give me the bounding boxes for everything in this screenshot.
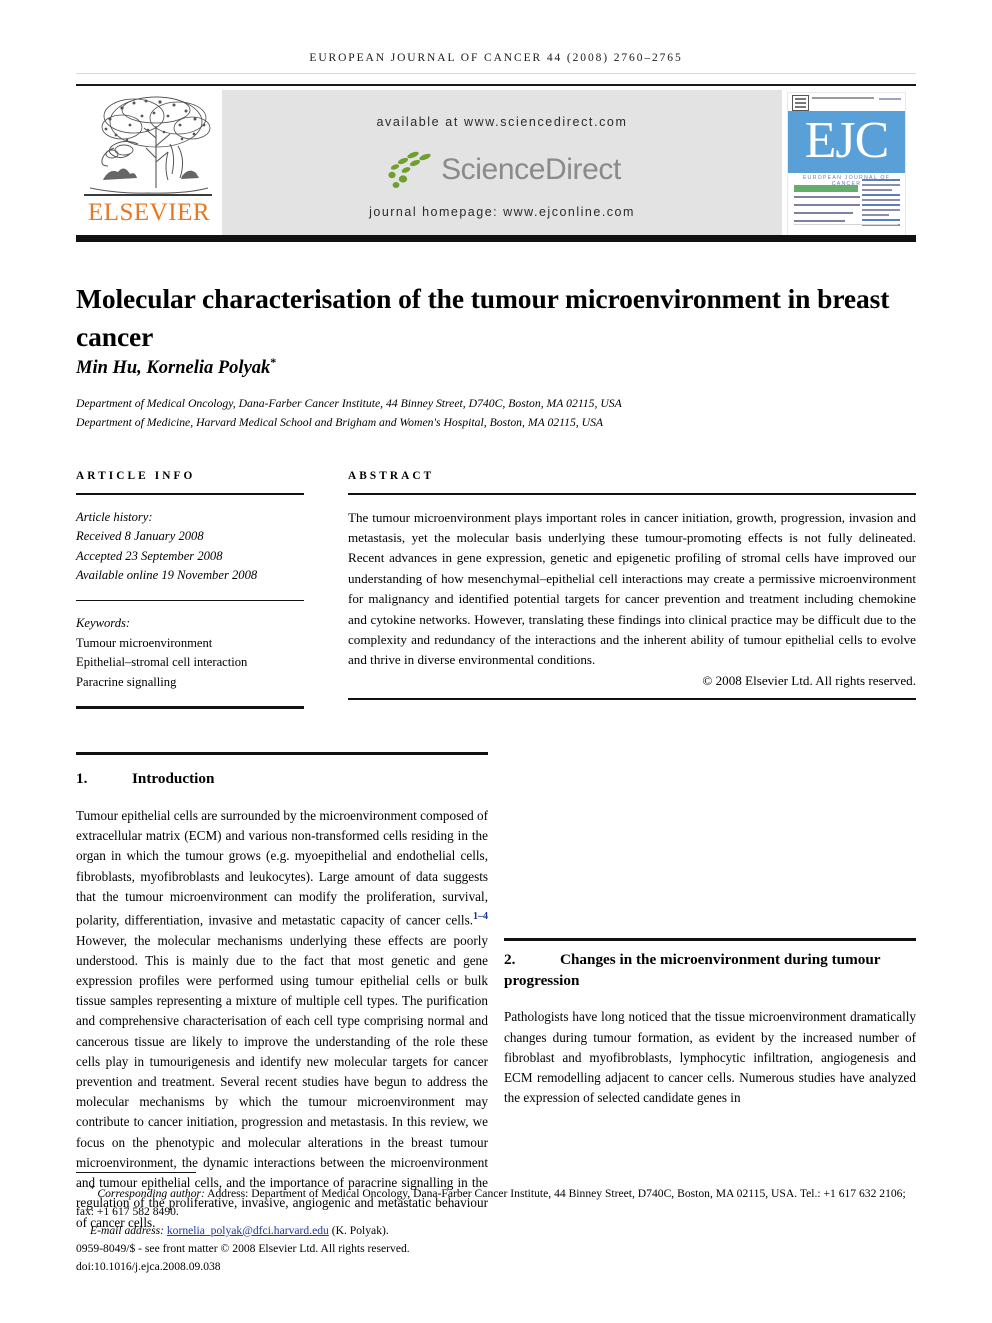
cover-green-bar [794,185,858,192]
body-column-right: 2. Changes in the microenvironment during… [504,760,916,1122]
history-accepted: Accepted 23 September 2008 [76,548,223,563]
keyword-item: Epithelial–stromal cell interaction [76,655,248,670]
article-info-block: ARTICLE INFO Article history: Received 8… [76,470,304,709]
article-info-divider [76,599,304,602]
section1-rule [76,752,488,756]
history-online: Available online 19 November 2008 [76,568,258,583]
email-suffix: (K. Polyak). [331,1223,389,1237]
article-title: Molecular characterisation of the tumour… [76,283,890,353]
section2-title: Changes in the microenvironment during t… [504,951,881,990]
corresponding-author-note: * Corresponding author: Address: Departm… [76,1180,916,1221]
keyword-item: Tumour microenvironment [76,635,213,650]
keyword-item: Paracrine signalling [76,674,177,689]
elsevier-logo-baseline [84,194,212,196]
masthead-top-rule [76,84,916,86]
running-head: EUROPEAN JOURNAL OF CANCER 44 (2008) 276… [309,52,683,64]
elsevier-logo: ELSEVIER [76,90,222,235]
article-info-bottom-rule [76,706,304,709]
abstract-copyright: © 2008 Elsevier Ltd. All rights reserved… [702,672,916,688]
section2-number: 2. [504,951,516,969]
journal-cover: EJC EUROPEAN JOURNAL OF CANCER [782,90,916,242]
journal-homepage-text: journal homepage: www.ejconline.com [369,205,635,219]
cover-volume-text [812,97,874,101]
reference-marker: 1–4 [473,911,488,923]
cover-issn-mark [879,98,901,101]
affiliations: Department of Medical Oncology, Dana-Far… [76,394,926,432]
email-link[interactable]: kornelia_polyak@dfci.harvard.edu [167,1224,329,1237]
footnote-rule [76,1172,196,1174]
section1-para-a: Tumour epithelial cells are surrounded b… [76,808,488,928]
running-head-rule [76,73,916,74]
article-history-label: Article history: [76,509,153,524]
cover-top-bar [788,93,905,111]
section1-number: 1. [76,770,88,787]
abstract-text: The tumour microenvironment plays import… [348,509,916,668]
masthead: ELSEVIER available at www.sciencedirect.… [76,84,916,242]
cover-contents-lines [862,179,900,229]
article-info-heading: ARTICLE INFO [76,470,196,482]
corresponding-author-marker: * [270,355,277,369]
front-matter-line: 0959-8049/$ - see front matter © 2008 El… [76,1242,410,1256]
article-history: Article history: Received 8 January 2008… [76,508,304,586]
cover-acronym: EJC [804,112,890,169]
article-authors: Min Hu, Kornelia Polyak* [76,355,926,379]
section2-rule [504,938,916,942]
keywords-block: Keywords: Tumour microenvironment Epithe… [76,614,304,692]
cover-headline-lines [794,196,860,228]
corresponding-author-label: Corresponding author: [97,1187,205,1201]
email-label: E-mail address: [90,1223,164,1237]
section1-title: Introduction [132,770,215,787]
journal-cover-thumbnail: EJC EUROPEAN JOURNAL OF CANCER [787,92,906,242]
cover-blue-band: EJC [788,111,905,173]
elsevier-tree-icon [89,96,211,194]
abstract-heading: ABSTRACT [348,470,435,482]
available-at-text: available at www.sciencedirect.com [376,115,628,129]
elsevier-wordmark: ELSEVIER [87,199,211,226]
abstract-bottom-rule [348,697,916,701]
abstract-block: ABSTRACT The tumour microenvironment pla… [348,470,916,701]
sciencedirect-banner: available at www.sciencedirect.com Scien… [222,90,782,235]
doi-line: doi:10.1016/j.ejca.2008.09.038 [76,1260,221,1274]
cover-bottom-rule [794,224,898,225]
keywords-label: Keywords: [76,616,131,631]
journal-article-page: EUROPEAN JOURNAL OF CANCER 44 (2008) 276… [0,0,992,1323]
section1-paragraph: Tumour epithelial cells are surrounded b… [76,806,488,1234]
sciencedirect-leaf-icon [388,151,431,188]
section2-paragraph: Pathologists have long noticed that the … [504,1009,916,1106]
footnote-star: * [90,1184,95,1195]
section1-heading: 1. Introduction [76,768,488,789]
abstract-rule [348,493,916,495]
sciencedirect-logo: ScienceDirect [222,148,782,192]
section2-heading: 2. Changes in the microenvironment during… [504,949,916,991]
author-names: Min Hu, Kornelia Polyak [76,358,271,379]
cover-elsevier-mark-icon [792,95,809,111]
masthead-bottom-rule [76,235,916,242]
affiliation-line: Department of Medical Oncology, Dana-Far… [76,397,622,410]
email-note: E-mail address: kornelia_polyak@dfci.har… [76,1222,916,1240]
affiliation-line: Department of Medicine, Harvard Medical … [76,416,604,429]
footnote-block: * Corresponding author: Address: Departm… [76,1172,916,1277]
article-info-rule [76,493,304,495]
sciencedirect-wordmark: ScienceDirect [441,153,621,186]
history-received: Received 8 January 2008 [76,529,204,544]
